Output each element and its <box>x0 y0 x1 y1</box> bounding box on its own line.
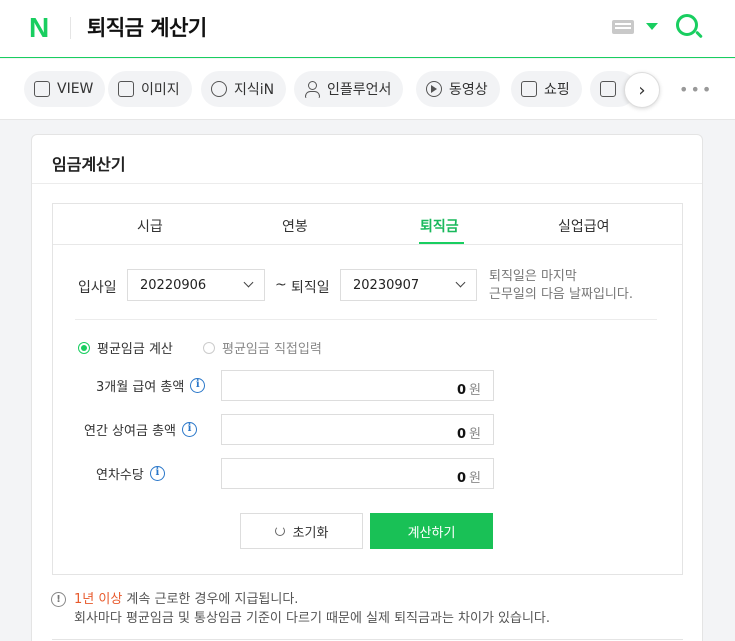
header-divider <box>70 17 71 39</box>
reset-label: 초기화 <box>292 525 329 541</box>
divider <box>75 319 657 320</box>
field-value: 0 <box>456 427 467 442</box>
end-date-hint: 퇴직일은 마지막 근무일의 다음 날짜입니다. <box>489 268 633 304</box>
warning-icon: ! <box>51 592 66 607</box>
start-date-value: 20220906 <box>140 278 207 293</box>
radio-unchecked-icon <box>203 341 215 354</box>
three-month-pay-label: 3개월 급여 총액 i <box>96 376 206 395</box>
info-icon[interactable]: i <box>182 422 197 437</box>
annual-leave-allowance-label: 연차수당 i <box>96 464 165 483</box>
hint-line-1: 퇴직일은 마지막 <box>489 269 577 284</box>
refresh-icon <box>274 526 285 536</box>
annual-bonus-input[interactable]: 0원 <box>221 414 494 445</box>
radio-average-wage-direct[interactable]: 평균임금 직접입력 <box>203 338 322 357</box>
tabs-next-button[interactable]: › <box>624 72 660 108</box>
shopping-bag-icon <box>521 81 537 97</box>
view-doc-icon <box>34 81 50 97</box>
field-value: 0 <box>456 383 467 398</box>
field-unit: 원 <box>469 471 481 486</box>
tilde: ~ <box>275 277 287 293</box>
keyboard-icon[interactable] <box>612 20 634 34</box>
wage-calculator-card: 임금계산기 시급 연봉 퇴직금 실업급여 입사일 20220906 ~ 퇴직일 … <box>31 134 703 641</box>
field-label-text: 연간 상여금 총액 <box>84 424 176 439</box>
divider <box>32 183 702 184</box>
calculate-label: 계산하기 <box>407 525 456 541</box>
radio-label: 평균임금 직접입력 <box>222 342 322 357</box>
end-date-select[interactable]: 20230907 <box>340 269 477 301</box>
field-label-text: 3개월 급여 총액 <box>96 380 185 395</box>
search-query[interactable]: 퇴직금 계산기 <box>87 14 207 42</box>
header: N 퇴직금 계산기 <box>0 0 735 58</box>
end-date-label: 퇴직일 <box>291 280 330 296</box>
person-icon <box>304 81 320 98</box>
field-value: 0 <box>456 471 467 486</box>
radio-label: 평균임금 계산 <box>97 342 173 357</box>
search-icon[interactable] <box>676 14 698 36</box>
radio-average-wage-calc[interactable]: 평균임금 계산 <box>78 338 173 357</box>
q-bubble-icon <box>211 81 227 97</box>
start-date-select[interactable]: 20220906 <box>127 269 265 301</box>
notice-highlight: 1년 이상 <box>74 592 123 607</box>
more-icon[interactable]: ••• <box>679 82 713 98</box>
field-unit: 원 <box>469 427 481 442</box>
tab-annual[interactable]: 연봉 <box>282 216 308 236</box>
radio-checked-icon <box>78 341 90 354</box>
play-icon <box>426 81 442 97</box>
search-tab-bar: VIEW 이미지 지식iN 인플루언서 동영상 쇼핑 › ••• <box>0 59 735 120</box>
field-unit: 원 <box>469 383 481 398</box>
chevron-down-icon <box>243 277 254 288</box>
tab-hourly[interactable]: 시급 <box>137 216 163 236</box>
tab-influencer[interactable]: 인플루언서 <box>294 71 404 107</box>
notice-line-2: 회사마다 평균임금 및 통상임금 기준이 다르기 때문에 실제 퇴직금과는 차이… <box>74 611 551 626</box>
info-icon[interactable]: i <box>190 378 206 393</box>
tab-view[interactable]: VIEW <box>24 71 106 107</box>
notice-line-1: 1년 이상 계속 근로한 경우에 지급됩니다. <box>74 590 298 609</box>
tab-kin[interactable]: 지식iN <box>201 71 287 107</box>
reset-button[interactable]: 초기화 <box>240 513 363 549</box>
active-tab-indicator <box>419 242 464 244</box>
end-date-value: 20230907 <box>353 278 420 293</box>
notice-text: 계속 근로한 경우에 지급됩니다. <box>122 592 299 607</box>
three-month-pay-input[interactable]: 0원 <box>221 370 494 401</box>
tab-shopping[interactable]: 쇼핑 <box>511 71 582 107</box>
tab-label: 인플루언서 <box>327 82 392 98</box>
calculate-button[interactable]: 계산하기 <box>370 513 493 549</box>
annual-leave-allowance-input[interactable]: 0원 <box>221 458 494 489</box>
tab-label: 이미지 <box>141 82 180 98</box>
tab-label: VIEW <box>57 81 94 97</box>
tab-video[interactable]: 동영상 <box>416 71 500 107</box>
naver-logo[interactable]: N <box>29 14 49 42</box>
tab-label: 동영상 <box>449 82 488 98</box>
info-icon[interactable]: i <box>149 466 165 481</box>
tab-severance[interactable]: 퇴직금 <box>420 216 459 236</box>
tab-label: 지식iN <box>234 82 275 98</box>
tab-unemployment[interactable]: 실업급여 <box>558 216 610 236</box>
tab-image[interactable]: 이미지 <box>108 71 192 107</box>
chevron-right-icon: › <box>638 79 646 101</box>
tab-label: 쇼핑 <box>544 82 570 98</box>
calculator-tabs: 시급 연봉 퇴직금 실업급여 <box>53 204 682 245</box>
image-icon <box>118 81 134 97</box>
card-title: 임금계산기 <box>52 155 126 174</box>
caret-down-icon[interactable] <box>646 23 658 30</box>
hint-line-2: 근무일의 다음 날짜입니다. <box>489 287 633 302</box>
divider <box>52 639 683 640</box>
calculator-panel: 시급 연봉 퇴직금 실업급여 입사일 20220906 ~ 퇴직일 202309… <box>52 203 683 575</box>
annual-bonus-label: 연간 상여금 총액 i <box>84 420 197 439</box>
field-label-text: 연차수당 <box>96 468 144 483</box>
start-date-label: 입사일 <box>78 280 117 296</box>
chevron-down-icon <box>455 277 466 288</box>
news-icon <box>600 81 616 97</box>
